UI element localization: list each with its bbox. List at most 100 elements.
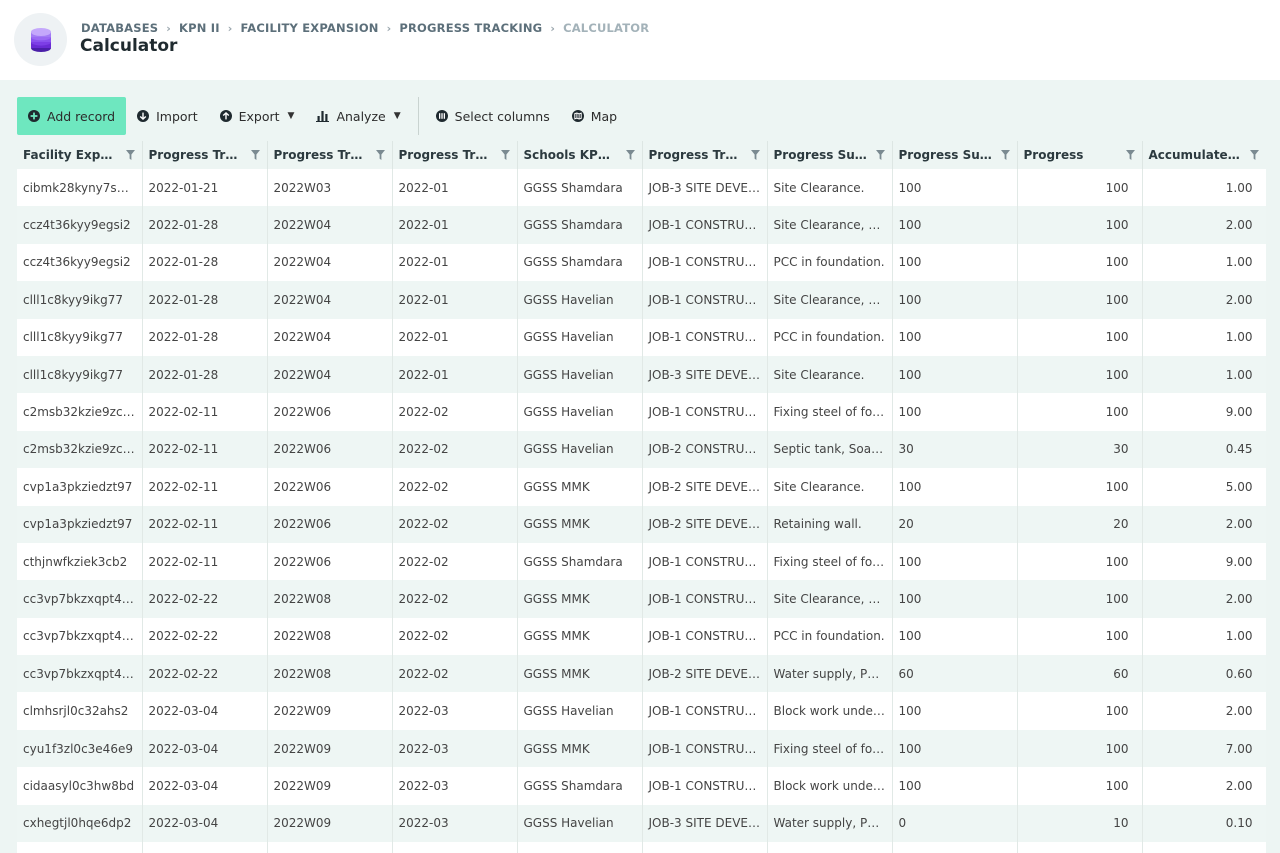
table-cell[interactable]: 9.00 xyxy=(1142,542,1266,581)
table-cell[interactable]: 2022W06 xyxy=(267,393,393,431)
table-cell[interactable]: cxhegtjl0hqe6dp2 xyxy=(17,804,143,843)
table-cell[interactable]: c2msb32kzie9zce2 xyxy=(17,393,143,431)
table-cell[interactable]: Retaining wall. xyxy=(767,505,893,543)
table-cell[interactable]: 2022-02-22 xyxy=(142,655,268,693)
table-cell[interactable] xyxy=(892,842,1018,853)
table-cell[interactable]: 100 xyxy=(1017,729,1143,768)
table-cell[interactable]: 2022-02 xyxy=(392,505,518,543)
table-cell[interactable]: 0 xyxy=(892,804,1018,843)
table-cell[interactable]: 2022-01-28 xyxy=(142,243,268,282)
table-row[interactable]: cc3vp7bkzxqpt482 2022-02-22 2022W08 2022-02… xyxy=(17,580,1266,618)
table-row[interactable]: ccz4t36kyy9egsi2 2022-01-28 2022W04 2022-01… xyxy=(17,243,1266,282)
table-cell[interactable]: 9.00 xyxy=(1142,393,1266,431)
table-cell[interactable]: 100 xyxy=(892,468,1018,506)
table-cell[interactable]: 1.00 xyxy=(1142,355,1266,394)
table-cell[interactable]: 2022W04 xyxy=(267,355,393,394)
table-cell[interactable]: Fixing steel of fou... xyxy=(767,542,893,581)
table-cell[interactable]: GGSS Havelian xyxy=(517,355,643,394)
table-cell[interactable]: Block work under ... xyxy=(767,692,893,730)
breadcrumb-progress-tracking[interactable]: PROGRESS TRACKING xyxy=(399,21,542,35)
table-cell[interactable]: 2022-02-11 xyxy=(142,430,268,469)
table-cell[interactable]: 2022W06 xyxy=(267,542,393,581)
table-cell[interactable]: Septic tank, Soak... xyxy=(767,430,893,469)
table-row[interactable]: cibmk28kyny7sv28 2022-01-21 2022W03 2022-01… xyxy=(17,169,1266,207)
column-header[interactable]: Progress Sub-A... xyxy=(767,141,893,169)
import-button[interactable]: Import xyxy=(126,97,209,135)
table-cell[interactable]: cibmk28kyny7sv28 xyxy=(17,169,143,207)
table-cell[interactable]: ccz4t36kyy9egsi2 xyxy=(17,243,143,282)
table-cell[interactable]: 0.10 xyxy=(1142,804,1266,843)
table-cell[interactable]: GGSS Shamdara xyxy=(517,243,643,282)
add-record-button[interactable]: Add record xyxy=(17,97,127,135)
table-cell[interactable]: GGSS Shamdara xyxy=(517,542,643,581)
table-cell[interactable]: 2.00 xyxy=(1142,505,1266,543)
table-row[interactable]: c2msb32kzie9zce2 2022-02-11 2022W06 2022-02… xyxy=(17,430,1266,469)
table-cell[interactable]: 2022W04 xyxy=(267,243,393,282)
table-cell[interactable]: JOB-1 CONSTRUC... xyxy=(642,243,768,282)
table-cell[interactable]: 2022W06 xyxy=(267,468,393,506)
table-cell[interactable]: Block work under ... xyxy=(767,767,893,805)
table-cell[interactable]: 2022W09 xyxy=(267,804,393,843)
table-row[interactable]: clll1c8kyy9ikg77 2022-01-28 2022W04 2022-01… xyxy=(17,355,1266,394)
table-cell[interactable]: 2022W08 xyxy=(267,655,393,693)
table-cell[interactable]: 100 xyxy=(892,580,1018,618)
column-header[interactable]: Progress Tracki... xyxy=(142,141,268,169)
table-cell[interactable]: JOB-1 CONSTRUC... xyxy=(642,542,768,581)
table-cell[interactable]: 20 xyxy=(892,505,1018,543)
table-cell[interactable]: JOB-1 CONSTRUC... xyxy=(642,729,768,768)
table-cell[interactable]: 2.00 xyxy=(1142,692,1266,730)
table-cell[interactable]: cyu1f3zl0c3e46e9 xyxy=(17,729,143,768)
table-cell[interactable]: clll1c8kyy9ikg77 xyxy=(17,318,143,356)
table-cell[interactable]: JOB-1 CONSTRUC... xyxy=(642,767,768,805)
table-row[interactable]: clll1c8kyy9ikg77 2022-01-28 2022W04 2022-01… xyxy=(17,318,1266,356)
breadcrumb-databases[interactable]: DATABASES xyxy=(81,21,158,35)
column-header[interactable]: Progress Tracki... xyxy=(392,141,518,169)
table-cell[interactable]: 2022-02-11 xyxy=(142,505,268,543)
table-cell[interactable]: 2022W04 xyxy=(267,206,393,244)
table-cell[interactable]: 2022-03-04 xyxy=(142,729,268,768)
table-cell[interactable]: cc3vp7bkzxqpt482 xyxy=(17,655,143,693)
table-cell[interactable]: 100 xyxy=(892,692,1018,730)
table-cell[interactable]: 2022W09 xyxy=(267,767,393,805)
table-cell[interactable]: 2022-02-11 xyxy=(142,468,268,506)
table-cell[interactable]: 2022-03 xyxy=(392,692,518,730)
table-cell[interactable]: clll1c8kyy9ikg77 xyxy=(17,355,143,394)
table-cell[interactable]: 30 xyxy=(1017,430,1143,469)
table-cell[interactable] xyxy=(267,842,393,853)
table-row[interactable]: cvp1a3pkziedzt97 2022-02-11 2022W06 2022-02… xyxy=(17,468,1266,506)
table-cell[interactable]: 2022-01-28 xyxy=(142,206,268,244)
table-cell[interactable]: 100 xyxy=(1017,243,1143,282)
table-cell[interactable]: PCC in foundation. xyxy=(767,617,893,656)
table-cell[interactable]: 100 xyxy=(892,393,1018,431)
table-cell[interactable]: 100 xyxy=(1017,318,1143,356)
table-cell[interactable]: 0.60 xyxy=(1142,655,1266,693)
table-cell[interactable]: 2022-01 xyxy=(392,318,518,356)
table-cell[interactable]: JOB-2 SITE DEVEL... xyxy=(642,505,768,543)
table-cell[interactable]: GGSS MMK xyxy=(517,468,643,506)
table-cell[interactable]: GGSS Havelian xyxy=(517,393,643,431)
table-cell[interactable]: 2022W04 xyxy=(267,318,393,356)
table-cell[interactable]: 2022-03-04 xyxy=(142,804,268,843)
column-header[interactable]: Progress Tracki... xyxy=(642,141,768,169)
table-cell[interactable]: 100 xyxy=(892,355,1018,394)
table-cell[interactable]: cthjnwfkziek3cb2 xyxy=(17,542,143,581)
column-header[interactable]: Progress xyxy=(1017,141,1143,169)
table-cell[interactable]: ccz4t36kyy9egsi2 xyxy=(17,206,143,244)
table-cell[interactable]: 2022W06 xyxy=(267,505,393,543)
table-cell[interactable]: cc3vp7bkzxqpt482 xyxy=(17,617,143,656)
table-cell[interactable] xyxy=(17,842,143,853)
table-cell[interactable]: 2.00 xyxy=(1142,580,1266,618)
table-cell[interactable] xyxy=(1142,842,1266,853)
table-cell[interactable]: 1.00 xyxy=(1142,617,1266,656)
table-cell[interactable]: 100 xyxy=(1017,393,1143,431)
table-cell[interactable]: 60 xyxy=(892,655,1018,693)
table-cell[interactable]: 2022W09 xyxy=(267,729,393,768)
table-cell[interactable]: 2.00 xyxy=(1142,281,1266,319)
table-cell[interactable]: 100 xyxy=(892,767,1018,805)
table-cell[interactable]: Site Clearance. xyxy=(767,169,893,207)
table-cell[interactable]: 2022W03 xyxy=(267,169,393,207)
table-cell[interactable]: 100 xyxy=(892,729,1018,768)
table-cell[interactable]: 100 xyxy=(892,169,1018,207)
table-cell[interactable]: 2022-02 xyxy=(392,542,518,581)
table-cell[interactable]: 1.00 xyxy=(1142,243,1266,282)
